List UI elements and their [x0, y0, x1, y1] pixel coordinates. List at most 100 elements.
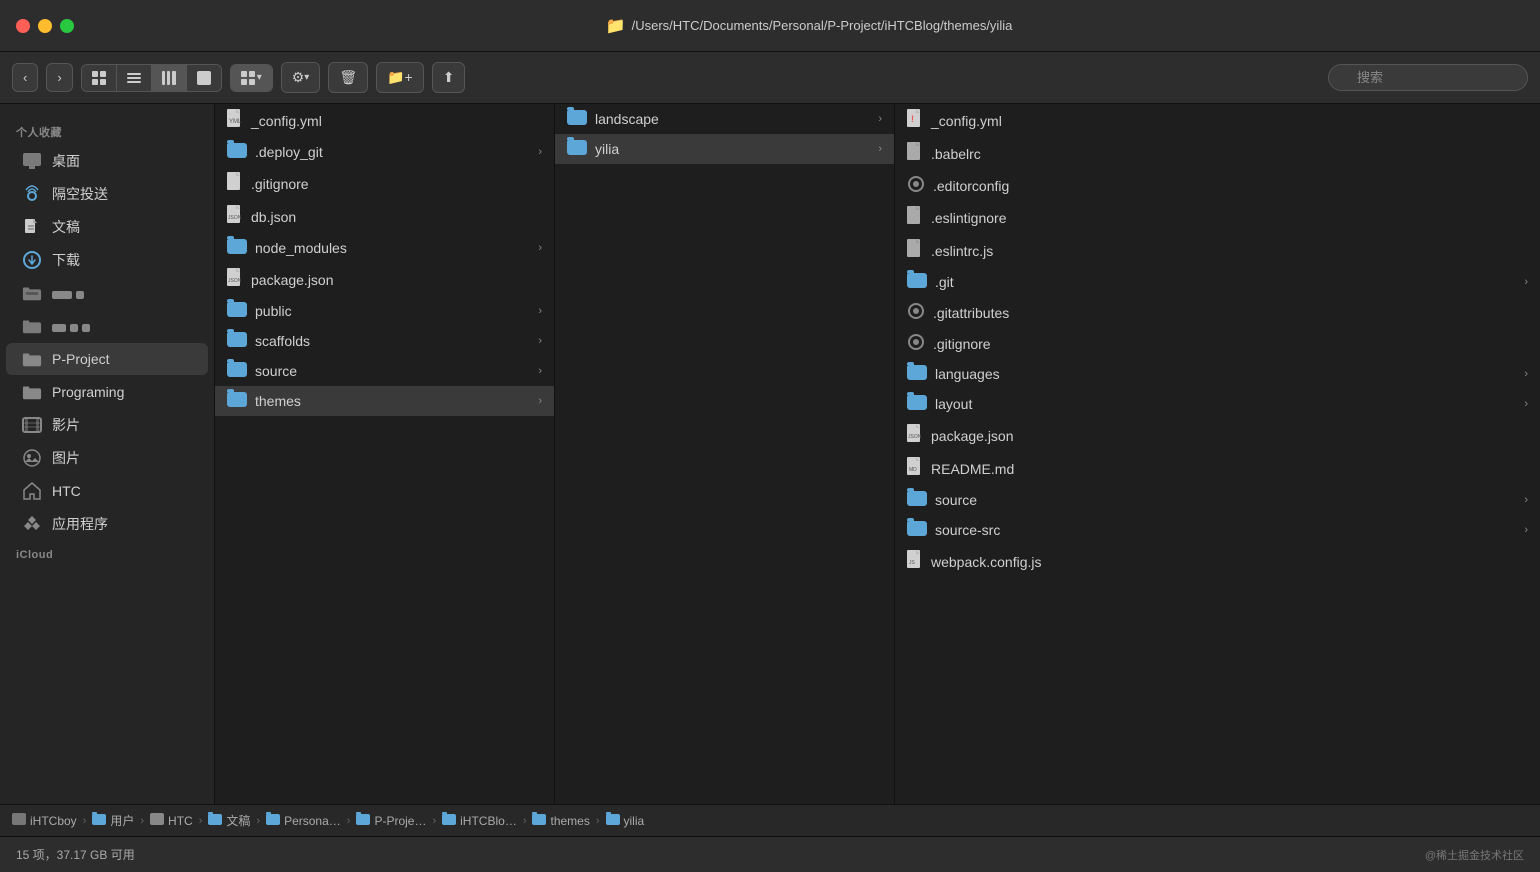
back-button[interactable]: ‹	[12, 63, 38, 92]
list-item[interactable]: source ›	[215, 356, 554, 386]
list-item[interactable]: source ›	[895, 485, 1540, 515]
file-icon: JSON	[907, 424, 923, 447]
file-icon	[907, 142, 923, 165]
sidebar-item-programing[interactable]: Programing	[6, 376, 208, 408]
share-button[interactable]: ⬆	[432, 62, 466, 93]
file-icon: MD	[907, 457, 923, 480]
folder-plus-icon: 📁+	[387, 69, 413, 86]
list-item[interactable]: JSON package.json	[895, 419, 1540, 452]
file-name: yilia	[595, 141, 870, 157]
svg-text:YML: YML	[229, 119, 242, 125]
view-list-button[interactable]	[117, 65, 152, 91]
list-item[interactable]: JSON db.json	[215, 200, 554, 233]
breadcrumb-separator: ›	[523, 815, 527, 827]
desktop-icon	[22, 151, 42, 171]
list-item[interactable]: ! _config.yml	[895, 104, 1540, 137]
file-column-3: ! _config.yml .babelrc .editorconfig	[895, 104, 1540, 804]
delete-button[interactable]: 🗑	[328, 62, 368, 93]
breadcrumb-item-pproject[interactable]: P-Proje…	[356, 814, 426, 828]
breadcrumb-item-personal[interactable]: Persona…	[266, 814, 341, 828]
breadcrumb-label: yilia	[624, 814, 645, 828]
close-button[interactable]	[16, 19, 30, 33]
sidebar-item-htc[interactable]: HTC	[6, 475, 208, 507]
file-icon	[907, 395, 927, 413]
view-cover-button[interactable]	[187, 65, 221, 91]
list-item[interactable]: languages ›	[895, 359, 1540, 389]
sidebar-item-movies[interactable]: 影片	[6, 409, 208, 441]
sort-button[interactable]: ▾	[231, 65, 272, 91]
sidebar-item-desktop[interactable]: 桌面	[6, 145, 208, 177]
list-item[interactable]: .gitignore	[215, 167, 554, 200]
file-name: languages	[935, 366, 1516, 382]
list-item[interactable]: .gitignore	[895, 328, 1540, 359]
list-item[interactable]: JS webpack.config.js	[895, 545, 1540, 578]
breadcrumb-label: iHTCboy	[30, 814, 77, 828]
list-item[interactable]: themes ›	[215, 386, 554, 416]
breadcrumb-item-users[interactable]: 用户	[92, 812, 134, 829]
chevron-right-icon: ›	[878, 143, 882, 155]
breadcrumb-item-htc[interactable]: HTC	[150, 813, 193, 828]
breadcrumb-item-wenzhao[interactable]: 文稿	[208, 812, 250, 829]
file-name: themes	[255, 393, 530, 409]
breadcrumb-item-ihtcblog[interactable]: iHTCBlo…	[442, 814, 517, 828]
chevron-right-icon: ›	[538, 146, 542, 158]
file-name: landscape	[595, 111, 870, 127]
file-name: .gitattributes	[933, 305, 1528, 321]
list-item[interactable]: .babelrc	[895, 137, 1540, 170]
file-icon	[907, 521, 927, 539]
breadcrumb-bar: iHTCboy › 用户 › HTC › 文稿 › Persona… › P-P…	[0, 804, 1540, 836]
minimize-button[interactable]	[38, 19, 52, 33]
file-name: node_modules	[255, 240, 530, 256]
drive-icon	[12, 813, 26, 828]
folder-icon	[442, 814, 456, 828]
p-project-icon	[22, 349, 42, 369]
list-item[interactable]: .git ›	[895, 267, 1540, 297]
folder-icon	[532, 814, 546, 828]
breadcrumb-item-themes[interactable]: themes	[532, 814, 589, 828]
file-icon	[907, 206, 923, 229]
breadcrumb-label: P-Proje…	[374, 814, 426, 828]
file-name: .babelrc	[931, 146, 1528, 162]
view-column-button[interactable]	[152, 65, 187, 91]
forward-button[interactable]: ›	[46, 63, 72, 92]
list-item[interactable]: .deploy_git ›	[215, 137, 554, 167]
file-icon	[227, 362, 247, 380]
list-item[interactable]: .editorconfig	[895, 170, 1540, 201]
new-folder-button[interactable]: 📁+	[376, 62, 424, 93]
sidebar-item-p-project[interactable]: P-Project	[6, 343, 208, 375]
list-item[interactable]: scaffolds ›	[215, 326, 554, 356]
maximize-button[interactable]	[60, 19, 74, 33]
list-item[interactable]: yilia ›	[555, 134, 894, 164]
breadcrumb-item-yilia[interactable]: yilia	[606, 814, 645, 828]
list-item[interactable]: source-src ›	[895, 515, 1540, 545]
sidebar-item-label: P-Project	[52, 351, 110, 367]
sidebar-item-folder2[interactable]	[6, 310, 208, 342]
cover-icon	[197, 71, 211, 85]
sidebar-item-downloads[interactable]: 下载	[6, 244, 208, 276]
breadcrumb-item-drive[interactable]: iHTCboy	[12, 813, 77, 828]
sidebar-item-apps[interactable]: 应用程序	[6, 508, 208, 540]
search-input[interactable]	[1328, 64, 1528, 91]
list-item[interactable]: .eslintrc.js	[895, 234, 1540, 267]
sidebar-item-label: 桌面	[52, 151, 80, 171]
list-item[interactable]: MD README.md	[895, 452, 1540, 485]
list-item[interactable]: .eslintignore	[895, 201, 1540, 234]
file-name: _config.yml	[931, 113, 1528, 129]
sidebar-item-folder1[interactable]	[6, 277, 208, 309]
sidebar-item-airdrop[interactable]: 隔空投送	[6, 178, 208, 210]
settings-button[interactable]: ⚙ ▾	[282, 63, 320, 92]
sidebar-item-documents[interactable]: 文稿	[6, 211, 208, 243]
list-item[interactable]: landscape ›	[555, 104, 894, 134]
column-icon	[162, 71, 176, 85]
back-icon: ‹	[23, 70, 27, 85]
window-controls	[16, 19, 74, 33]
list-item[interactable]: public ›	[215, 296, 554, 326]
list-item[interactable]: node_modules ›	[215, 233, 554, 263]
list-item[interactable]: layout ›	[895, 389, 1540, 419]
view-grid-button[interactable]	[82, 65, 117, 91]
sidebar-item-photos[interactable]: 图片	[6, 442, 208, 474]
file-icon	[907, 302, 925, 323]
list-item[interactable]: .gitattributes	[895, 297, 1540, 328]
list-item[interactable]: JSON package.json	[215, 263, 554, 296]
list-item[interactable]: YML _config.yml	[215, 104, 554, 137]
